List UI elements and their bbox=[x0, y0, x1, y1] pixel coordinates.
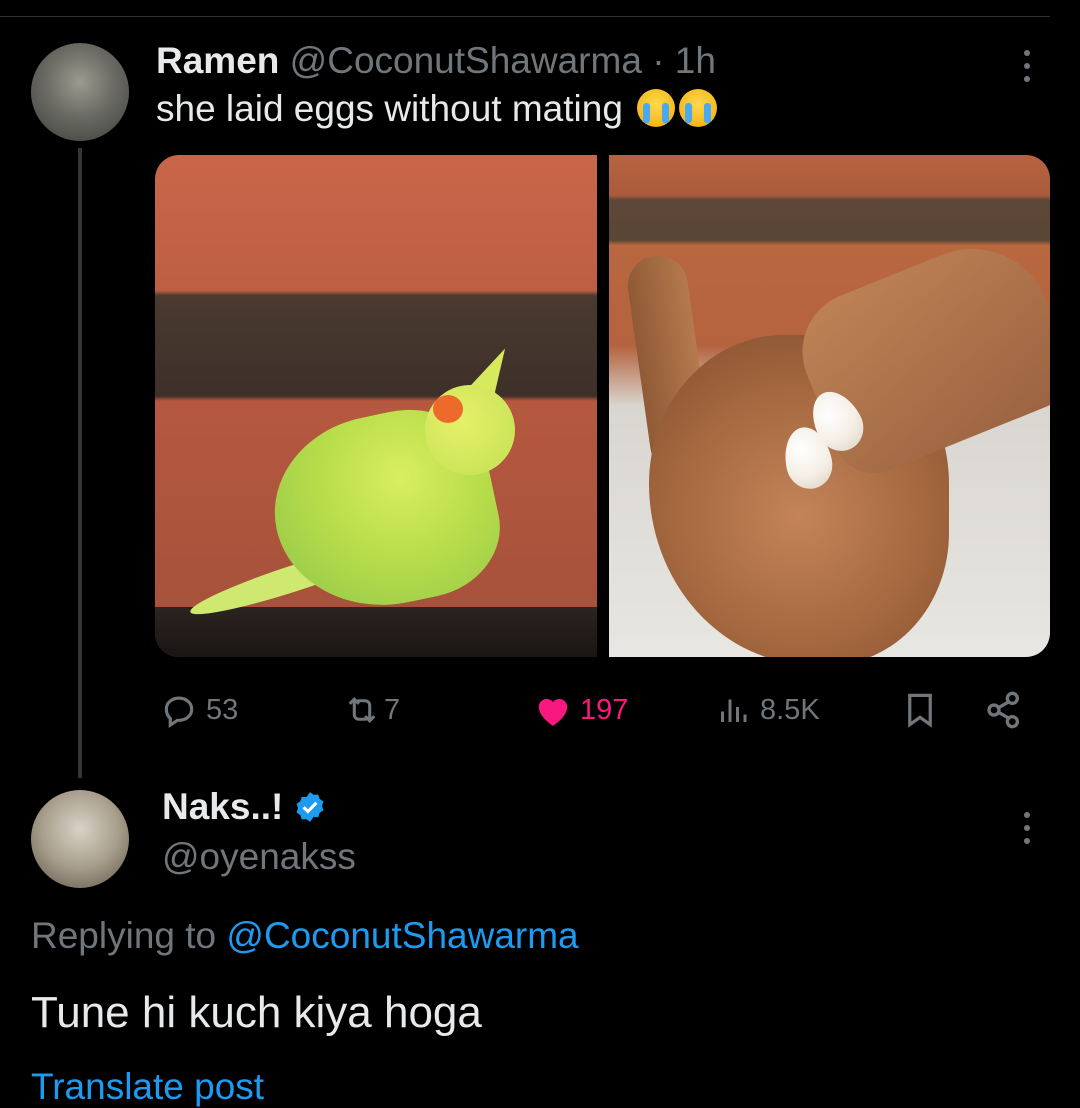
verified-badge-icon bbox=[296, 792, 324, 822]
reply-header: Naks..! bbox=[162, 786, 327, 828]
thread-line bbox=[78, 148, 82, 778]
tweet-text-content: she laid eggs without mating bbox=[156, 88, 623, 129]
tweet-media bbox=[155, 155, 1050, 657]
views-chart-icon bbox=[721, 699, 747, 722]
share-button[interactable] bbox=[984, 688, 1024, 732]
replying-to-label: Replying to bbox=[31, 915, 217, 956]
replying-to-line: Replying to @CoconutShawarma bbox=[31, 915, 579, 957]
reply-icon bbox=[164, 696, 194, 729]
heart-icon bbox=[538, 698, 568, 726]
bookmark-icon bbox=[908, 693, 932, 728]
reply-button[interactable]: 53 bbox=[160, 688, 238, 732]
eggs-in-palm-photo[interactable] bbox=[608, 155, 1050, 657]
tweet-text: she laid eggs without mating bbox=[156, 88, 718, 130]
replying-to-mention[interactable]: @CoconutShawarma bbox=[226, 915, 578, 956]
photo-ledge bbox=[155, 607, 597, 657]
views-button[interactable]: 8.5K bbox=[714, 688, 820, 732]
bird-cheek bbox=[433, 395, 463, 423]
retweet-count: 7 bbox=[384, 693, 401, 726]
retweet-icon bbox=[348, 697, 376, 723]
top-divider bbox=[0, 16, 1050, 17]
author-name[interactable]: Ramen bbox=[156, 40, 279, 81]
tweet-timestamp[interactable]: · 1h bbox=[652, 40, 716, 81]
cockatiel-photo[interactable] bbox=[155, 155, 597, 657]
more-options-icon[interactable] bbox=[1022, 50, 1032, 89]
reply-text: Tune hi kuch kiya hoga bbox=[31, 988, 482, 1037]
crying-face-emoji-icon bbox=[679, 89, 718, 127]
views-count: 8.5K bbox=[760, 693, 820, 726]
tweet-actions: 53 7 197 8.5K bbox=[160, 688, 1030, 732]
reply-author-handle[interactable]: @oyenakss bbox=[162, 836, 356, 878]
tweet-header: Ramen @CoconutShawarma · 1h bbox=[156, 40, 716, 82]
share-icon bbox=[987, 691, 1019, 729]
bookmark-button[interactable] bbox=[902, 688, 938, 732]
translate-post-link[interactable]: Translate post bbox=[31, 1066, 264, 1108]
crying-face-emoji-icon bbox=[637, 89, 676, 127]
like-button[interactable]: 197 bbox=[534, 688, 628, 732]
reply-count: 53 bbox=[206, 693, 239, 726]
reply-more-options-icon[interactable] bbox=[1022, 812, 1032, 851]
author-handle[interactable]: @CoconutShawarma bbox=[290, 40, 642, 81]
retweet-button[interactable]: 7 bbox=[342, 688, 400, 732]
reply-author-avatar[interactable] bbox=[31, 790, 129, 888]
author-avatar[interactable] bbox=[31, 43, 129, 141]
like-count: 197 bbox=[580, 693, 629, 726]
reply-author-name[interactable]: Naks..! bbox=[162, 786, 283, 828]
